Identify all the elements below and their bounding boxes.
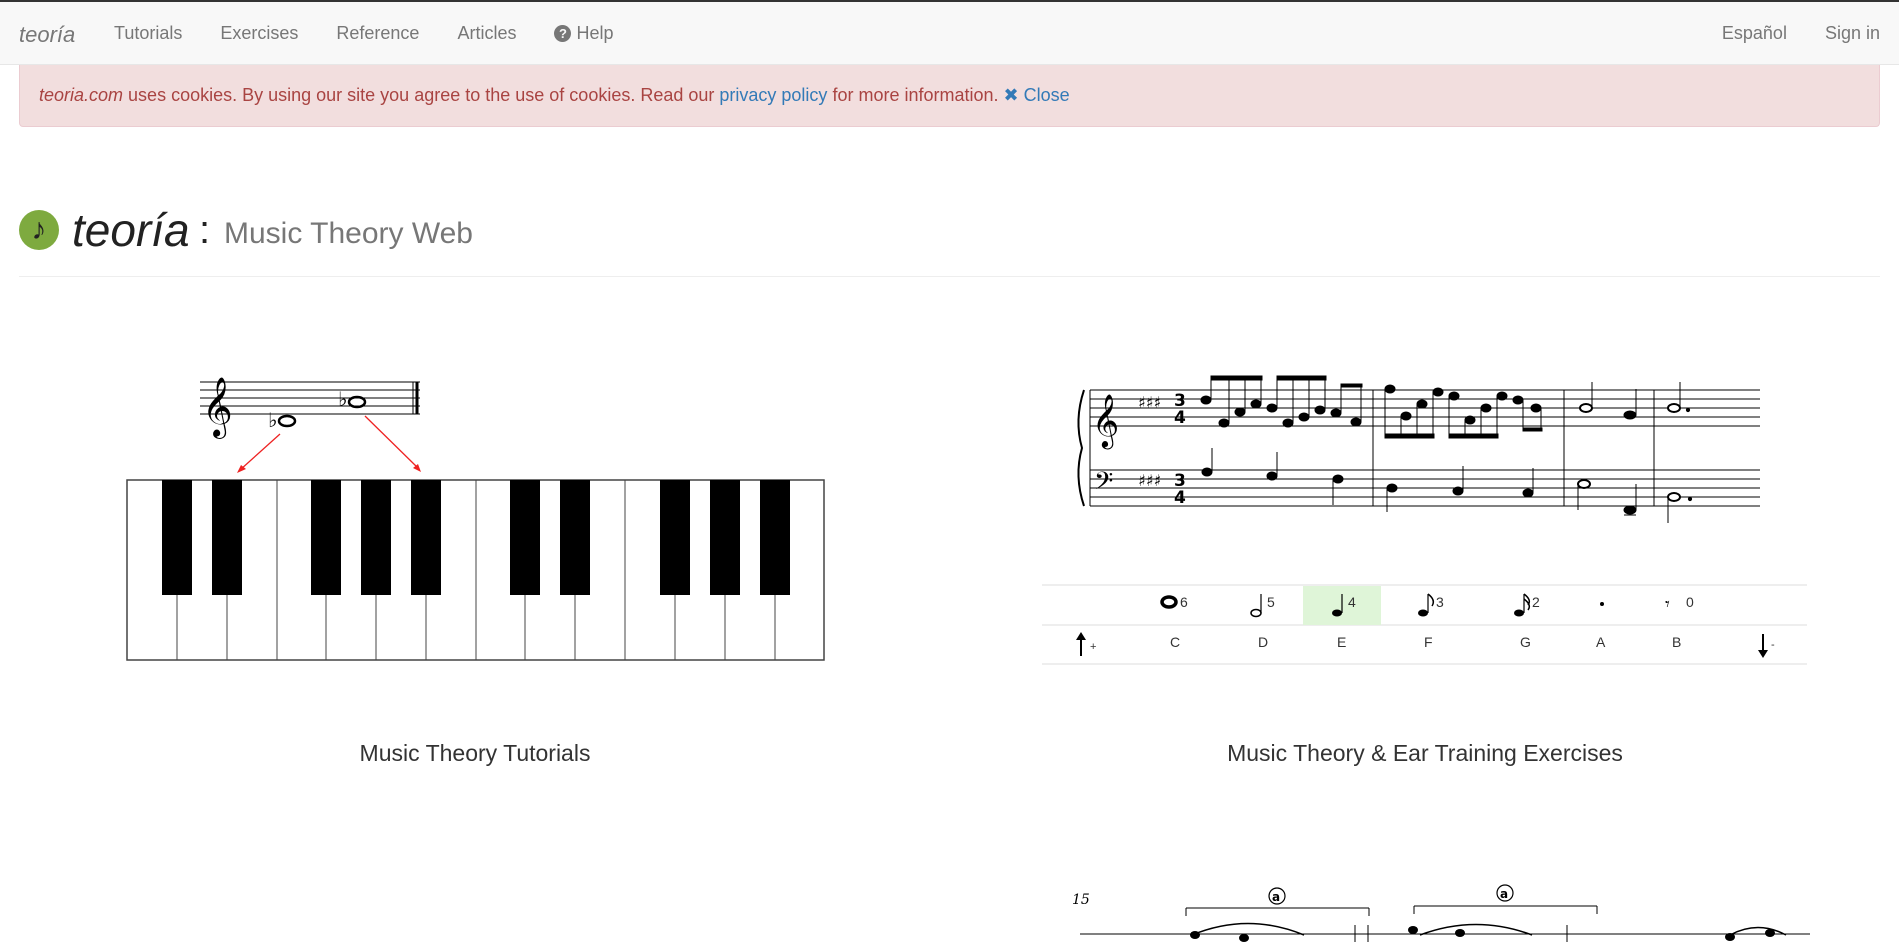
circle-mark-a: a	[1500, 887, 1508, 901]
eighth-note-key: 3	[1436, 594, 1444, 610]
bass-notes	[1201, 448, 1693, 523]
note-key-g: G	[1520, 634, 1531, 650]
nav-tutorials[interactable]: Tutorials	[95, 2, 201, 65]
octave-up-key: +	[1090, 641, 1096, 653]
measure-number: 15	[1072, 892, 1090, 908]
octave-up-button: +	[1076, 632, 1096, 656]
note-input-palette: 6 5 4 3 2 𝄾 0 + C D E F G A B -	[1042, 584, 1807, 665]
nav-help-label: Help	[576, 23, 614, 43]
page-header: ♪ teoría : Music Theory Web	[19, 200, 1880, 277]
dot-button	[1600, 602, 1604, 606]
quarter-note-key: 4	[1348, 594, 1356, 610]
bass-clef-icon: 𝄢	[1094, 467, 1113, 502]
piano-keyboard	[126, 479, 825, 661]
rest-key: 0	[1686, 594, 1694, 610]
whole-note-icon	[277, 414, 297, 428]
note-key-d: D	[1258, 634, 1268, 650]
note-key-c: C	[1170, 634, 1180, 650]
rest-button: 𝄾 0	[1665, 594, 1694, 615]
flat-icon: ♭	[268, 408, 277, 432]
nav-reference[interactable]: Reference	[317, 2, 438, 65]
reference-illustration: 15 a a	[1072, 884, 1810, 942]
exercises-caption[interactable]: Music Theory & Ear Training Exercises	[1045, 740, 1805, 767]
note-key-a: A	[1596, 634, 1606, 650]
rest-icon: 𝄾	[1665, 594, 1670, 615]
sixteenth-note-key: 2	[1532, 594, 1540, 610]
nav-exercises[interactable]: Exercises	[201, 2, 317, 65]
sixteenth-note-button: 2	[1514, 593, 1540, 617]
cookie-banner: teoria.com uses cookies. By using our si…	[19, 65, 1880, 127]
brand-link[interactable]: teoría	[19, 22, 75, 48]
tutorials-caption[interactable]: Music Theory Tutorials	[120, 740, 830, 767]
navbar: teoría Tutorials Exercises Reference Art…	[0, 0, 1899, 65]
key-signature: ♯♯♯	[1138, 393, 1161, 412]
treble-clef-icon: 𝄞	[1092, 393, 1119, 449]
exercises-illustration: 𝄞 𝄢 ♯♯♯ ♯♯♯ 3 4 3 4 6 5 4 3 2 𝄾 0 + C D …	[1042, 375, 1807, 665]
reference-panel[interactable]: 15 a a	[1040, 880, 1810, 942]
whole-note-key: 6	[1180, 594, 1188, 610]
key-signature: ♯♯♯	[1138, 471, 1161, 490]
cookie-close-button[interactable]: ✖ Close	[1004, 85, 1070, 105]
half-note-button: 5	[1250, 594, 1275, 618]
whole-note-button: 6	[1160, 594, 1188, 610]
melody-notes	[1200, 375, 1691, 439]
octave-down-button: -	[1758, 634, 1775, 658]
eighth-note-logo-icon: ♪	[19, 210, 59, 250]
nav-help[interactable]: ? Help	[535, 2, 632, 65]
treble-clef-icon: 𝄞	[202, 377, 233, 439]
cookie-text: uses cookies. By using our site you agre…	[123, 85, 720, 105]
note-key-e: E	[1337, 634, 1346, 650]
eighth-note-button: 3	[1418, 593, 1444, 617]
half-note-key: 5	[1267, 594, 1275, 610]
octave-down-key: -	[1771, 639, 1775, 651]
arrows	[237, 415, 421, 473]
time-signature: 4	[1174, 408, 1186, 428]
tutorials-panel[interactable]: 𝄞 ♭ ♭	[120, 360, 840, 670]
title-separator: :	[199, 208, 211, 252]
page-subtitle: Music Theory Web	[224, 217, 473, 250]
question-circle-icon: ?	[554, 25, 572, 42]
flat-icon: ♭	[338, 387, 347, 411]
time-signature: 4	[1174, 488, 1186, 508]
nav-left: Tutorials Exercises Reference Articles ?…	[95, 2, 633, 65]
treble-staff: 𝄞 ♭ ♭	[200, 377, 420, 439]
cookie-site-name: teoria.com	[39, 85, 124, 105]
privacy-policy-link[interactable]: privacy policy	[719, 85, 827, 105]
close-icon: ✖	[1003, 85, 1019, 105]
nav-sign-in[interactable]: Sign in	[1806, 2, 1899, 65]
cookie-text-after: for more information.	[827, 85, 999, 105]
nav-language[interactable]: Español	[1703, 2, 1806, 65]
note-key-f: F	[1424, 634, 1433, 650]
nav-right: Español Sign in	[1703, 2, 1899, 65]
nav-articles[interactable]: Articles	[438, 2, 535, 65]
page-title: teoría	[72, 204, 190, 256]
cookie-close-label: Close	[1023, 85, 1070, 105]
exercises-panel[interactable]: 𝄞 𝄢 ♯♯♯ ♯♯♯ 3 4 3 4 6 5 4 3 2 𝄾 0 + C D …	[1040, 360, 1810, 670]
circle-mark-a: a	[1272, 890, 1280, 904]
note-key-b: B	[1672, 634, 1681, 650]
tutorials-illustration: 𝄞 ♭ ♭	[126, 377, 825, 661]
